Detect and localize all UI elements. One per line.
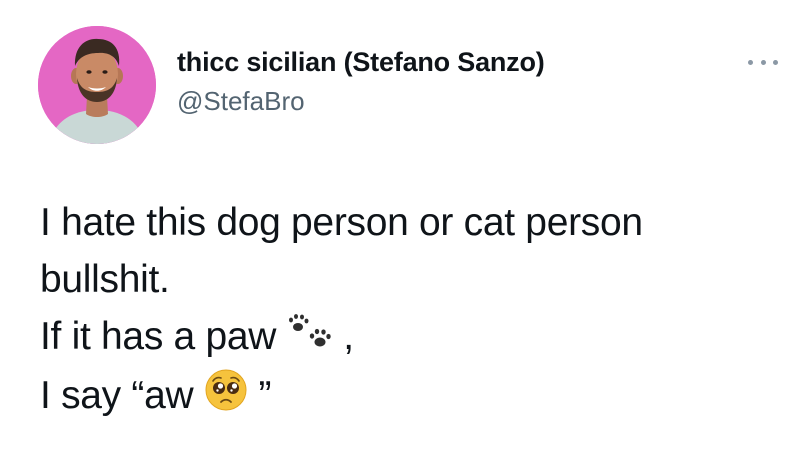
avatar[interactable] bbox=[38, 26, 156, 144]
tweet-line: I say “aw ” bbox=[40, 367, 780, 428]
tweet-line-text: If it has a paw bbox=[40, 315, 277, 358]
tweet-line: bullshit. bbox=[40, 258, 170, 301]
more-dot bbox=[760, 59, 766, 65]
tweet-line-suffix: , bbox=[343, 315, 354, 358]
pleading-face-icon bbox=[204, 368, 248, 428]
tweet-line-text: I say “aw bbox=[40, 374, 194, 418]
tweet-card: thicc sicilian (Stefano Sanzo) @StefaBro… bbox=[0, 0, 800, 455]
author-display-name[interactable]: thicc sicilian (Stefano Sanzo) bbox=[177, 47, 545, 78]
tweet-line: If it has a paw , bbox=[40, 308, 780, 367]
paw-prints-icon bbox=[287, 310, 333, 367]
more-dot bbox=[773, 59, 778, 65]
tweet-line: I hate this dog person or cat person bbox=[40, 201, 643, 244]
author-handle[interactable]: @StefaBro bbox=[177, 86, 305, 117]
tweet-text: I hate this dog person or cat person bul… bbox=[40, 194, 780, 428]
tweet-line-suffix: ” bbox=[258, 374, 272, 418]
more-options-icon[interactable] bbox=[748, 52, 778, 72]
more-dot bbox=[748, 59, 753, 65]
